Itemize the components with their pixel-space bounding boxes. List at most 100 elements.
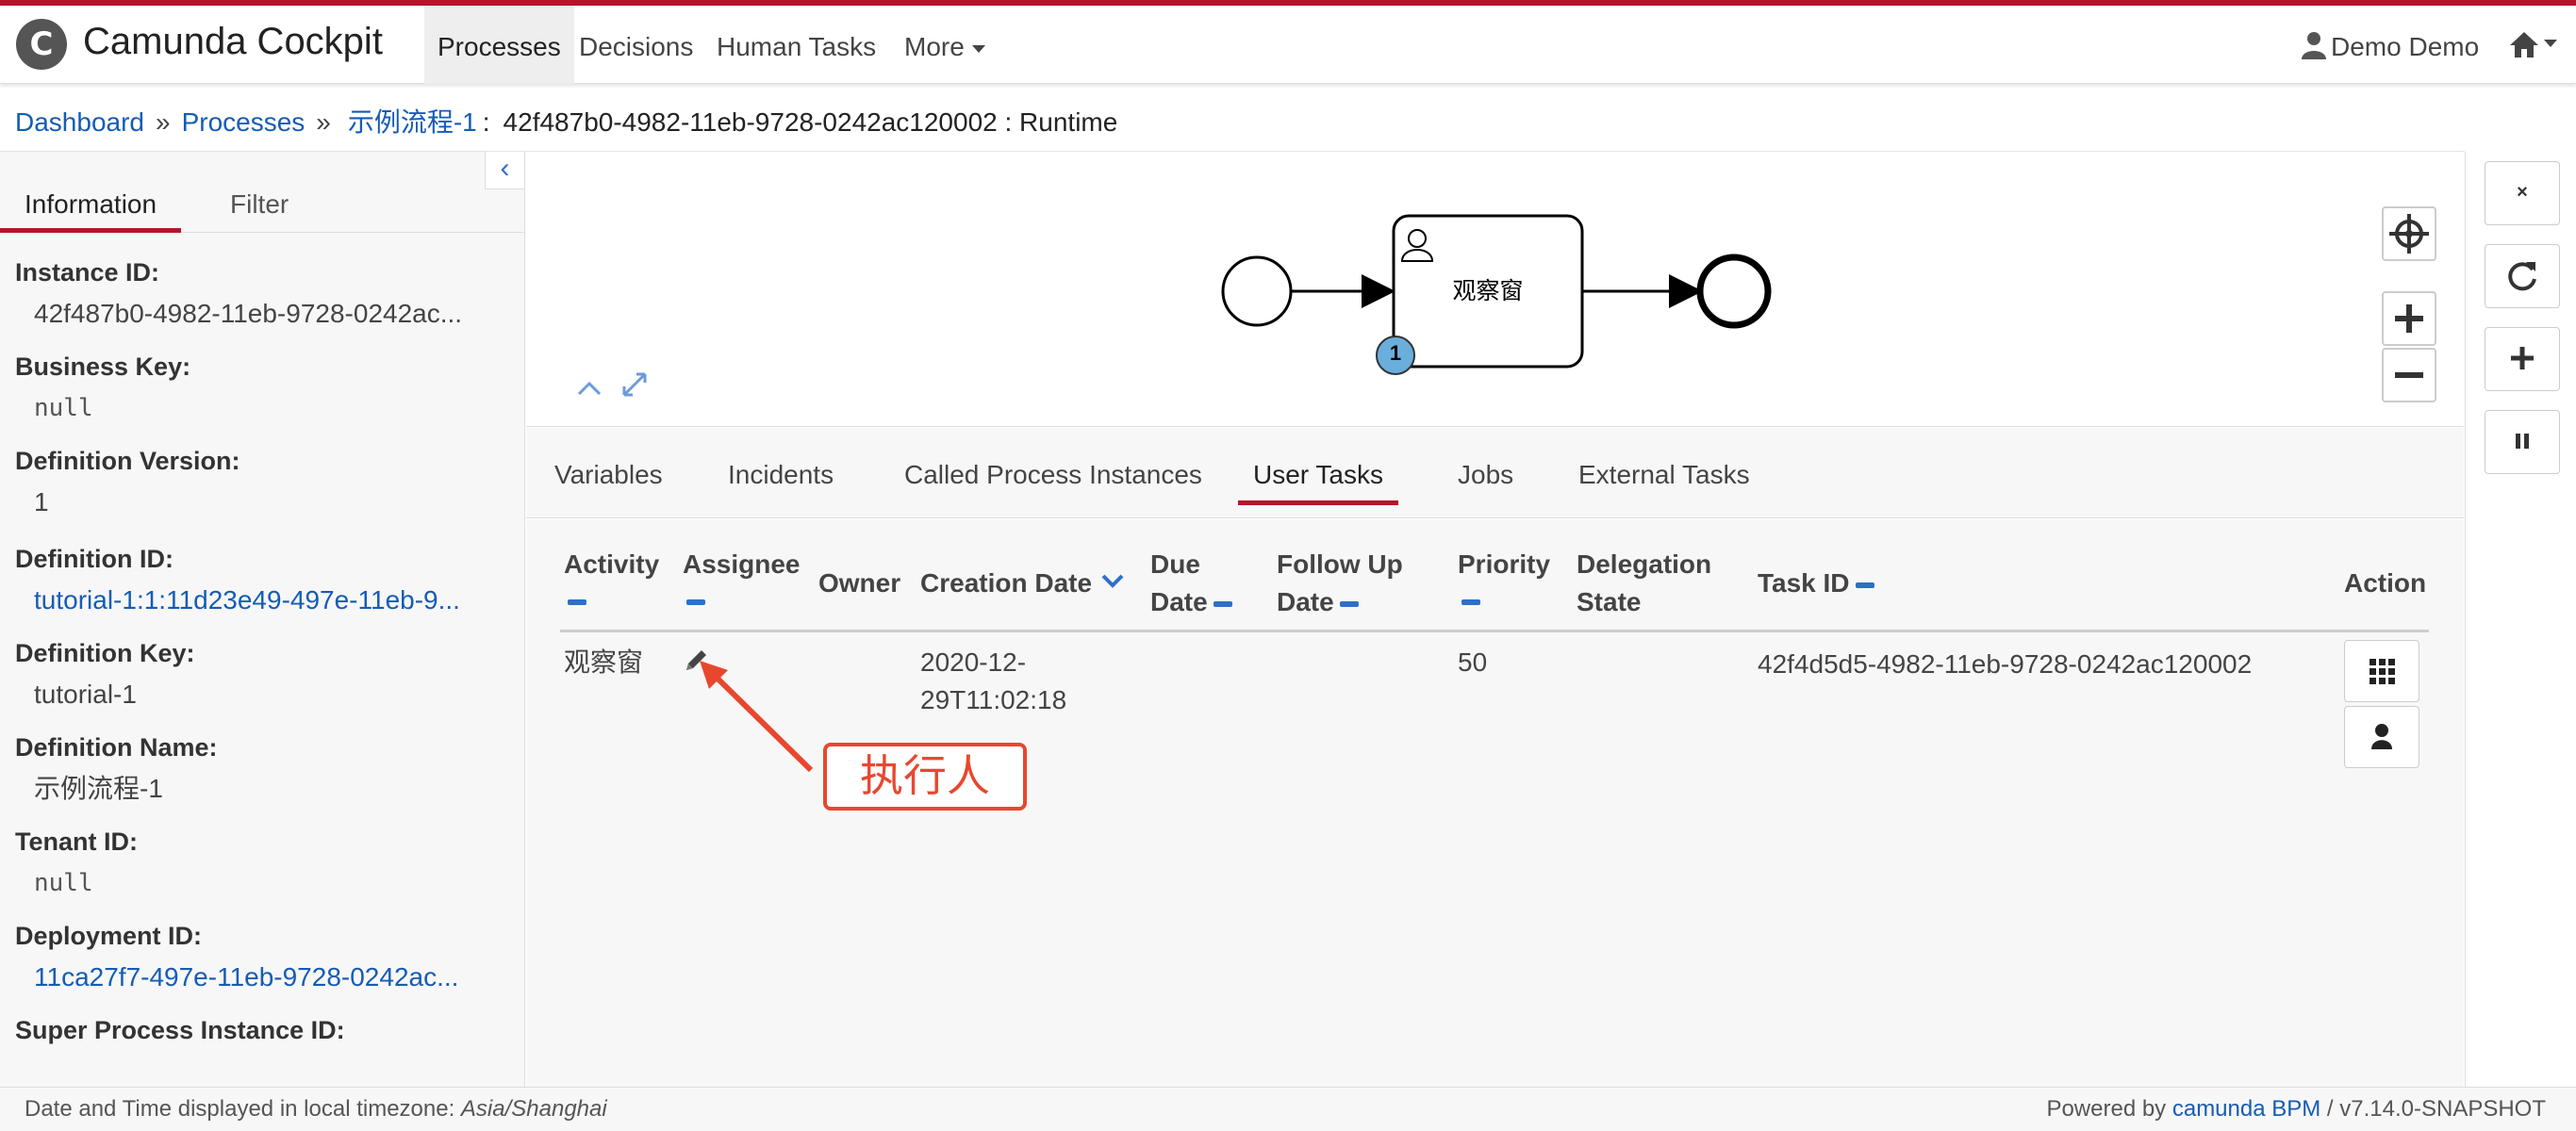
task-details-button[interactable] [2344,640,2419,702]
start-event[interactable] [1221,255,1293,327]
column-header-due-date[interactable]: Due Date [1150,546,1232,621]
info-label: Instance ID: [15,258,160,287]
suspend-instance-button[interactable] [2485,410,2560,474]
column-header-activity[interactable]: Activity [564,546,659,619]
tab-called-process-instances[interactable]: Called Process Instances [904,456,1202,505]
chevron-down-icon[interactable] [1101,573,1124,590]
action-panel: × [2465,152,2576,1087]
tenant-id-value: null [34,869,93,897]
grid-icon [2370,659,2395,684]
breadcrumb-instance: 42f487b0-4982-11eb-9728-0242ac120002 : R… [503,107,1118,137]
annotation-callout: 执行人 [823,743,1027,811]
user-name: Demo Demo [2331,32,2480,61]
breadcrumb-separator: » [316,107,331,137]
header-label: Task ID [1758,568,1850,598]
version-label: / v7.14.0-SNAPSHOT [2320,1096,2546,1122]
breadcrumb-separator: » [155,107,171,137]
expand-icon[interactable] [620,370,649,405]
nav-decisions[interactable]: Decisions [566,6,706,84]
nav-more-label: More [904,32,965,61]
identity-links-button[interactable] [2344,706,2419,768]
header-label: Delegation [1577,549,1712,579]
camunda-bpm-link[interactable]: camunda BPM [2172,1096,2320,1122]
header-label: Owner [818,568,901,598]
sidebar: ‹ Information Filter Instance ID: 42f487… [0,152,525,1087]
creation-date-value: 2020-12- 29T11:02:18 [920,644,1066,719]
sort-icon[interactable] [1855,582,1874,588]
camunda-logo-icon[interactable]: C [16,19,67,70]
business-key-value: null [34,394,93,422]
chevron-down-icon [971,44,985,53]
column-header-task-id[interactable]: Task ID [1758,565,1874,602]
breadcrumb-process[interactable]: 示例流程-1 [348,107,477,137]
user-icon [2371,724,2392,749]
zoom-in-button[interactable] [2382,291,2436,346]
cancel-instance-button[interactable]: × [2485,161,2560,225]
restart-instance-button[interactable] [2485,244,2560,308]
breadcrumb-dashboard[interactable]: Dashboard [15,107,144,137]
sort-icon[interactable] [1213,600,1232,607]
zoom-out-button[interactable] [2382,348,2436,402]
home-menu[interactable] [2508,30,2557,63]
priority-value: 50 [1458,647,1488,677]
user-icon [2302,32,2326,59]
end-event[interactable] [1696,254,1772,329]
breadcrumb-processes[interactable]: Processes [182,107,305,137]
sort-icon[interactable] [568,598,586,605]
instance-id-value: 42f487b0-4982-11eb-9728-0242ac... [34,299,463,328]
task-id-link[interactable]: 42f4d5d5-4982-11eb-9728-0242ac120002 [1758,646,2252,683]
breadcrumb: Dashboard » Processes » 示例流程-1:42f487b0-4982… [15,102,1117,139]
chevron-up-icon[interactable] [575,374,603,404]
column-header-assignee[interactable]: Assignee [683,546,801,619]
tab-incidents[interactable]: Incidents [728,456,834,505]
info-label: Definition Version: [15,447,240,475]
column-header-priority[interactable]: Priority [1458,546,1550,619]
tab-user-tasks[interactable]: User Tasks [1238,456,1398,505]
sort-icon[interactable] [1461,598,1480,605]
tab-external-tasks[interactable]: External Tasks [1578,456,1750,505]
bpmn-diagram: 观察窗 1 [526,152,2464,427]
close-icon: × [2517,182,2528,203]
chevron-down-icon [2544,40,2557,47]
header-label: Date [1150,587,1208,616]
info-label: Super Process Instance ID: [15,1016,345,1044]
info-label: Business Key: [15,352,191,381]
tab-filter[interactable]: Filter [206,176,313,233]
annotation-arrow [700,661,814,773]
sort-icon[interactable] [686,598,705,605]
instance-info-list: Instance ID: 42f487b0-4982-11eb-9728-024… [15,254,515,1049]
nav-more[interactable]: More [891,6,999,84]
breadcrumb-colon: : [482,107,490,137]
home-icon [2510,32,2538,57]
powered-prefix: Powered by [2046,1096,2172,1122]
info-label: Tenant ID: [15,828,138,856]
sort-icon[interactable] [1339,600,1359,607]
activity-link[interactable]: 观察窗 [564,644,643,681]
info-label: Deployment ID: [15,922,203,950]
tab-jobs[interactable]: Jobs [1458,456,1513,505]
user-tasks-panel: Activity Assignee Owner Creation Date Du… [526,519,2464,1087]
app-title[interactable]: Camunda Cockpit [83,21,383,63]
definition-id-link[interactable]: tutorial-1:1:11d23e49-497e-11eb-9... [15,578,515,634]
deployment-id-link[interactable]: 11ca27f7-497e-11eb-9728-0242ac... [15,955,515,1011]
timezone-note: Date and Time displayed in local timezon… [25,1088,607,1131]
tab-information[interactable]: Information [0,176,182,233]
powered-by: Powered by camunda BPM / v7.14.0-SNAPSHO… [2046,1088,2546,1131]
column-header-owner[interactable]: Owner [818,565,900,602]
column-header-follow-up-date[interactable]: Follow Up Date [1277,546,1403,621]
column-header-creation-date[interactable]: Creation Date [920,565,1124,602]
token-count: 1 [1389,341,1402,365]
add-variable-button[interactable] [2485,327,2560,391]
timezone-prefix: Date and Time displayed in local timezon… [25,1096,461,1122]
reset-view-button[interactable] [2382,206,2436,261]
header-label: Due [1150,549,1200,579]
header-label: Date [1277,587,1334,616]
user-menu[interactable]: Demo Demo [2301,6,2479,84]
tab-variables[interactable]: Variables [554,456,663,505]
header-label: Activity [564,549,660,579]
creation-date-line: 2020-12- [920,647,1027,677]
refresh-icon [2508,261,2536,291]
nav-human-tasks[interactable]: Human Tasks [703,6,889,84]
column-header-delegation-state[interactable]: Delegation State [1577,546,1711,621]
nav-processes[interactable]: Processes [424,6,574,84]
